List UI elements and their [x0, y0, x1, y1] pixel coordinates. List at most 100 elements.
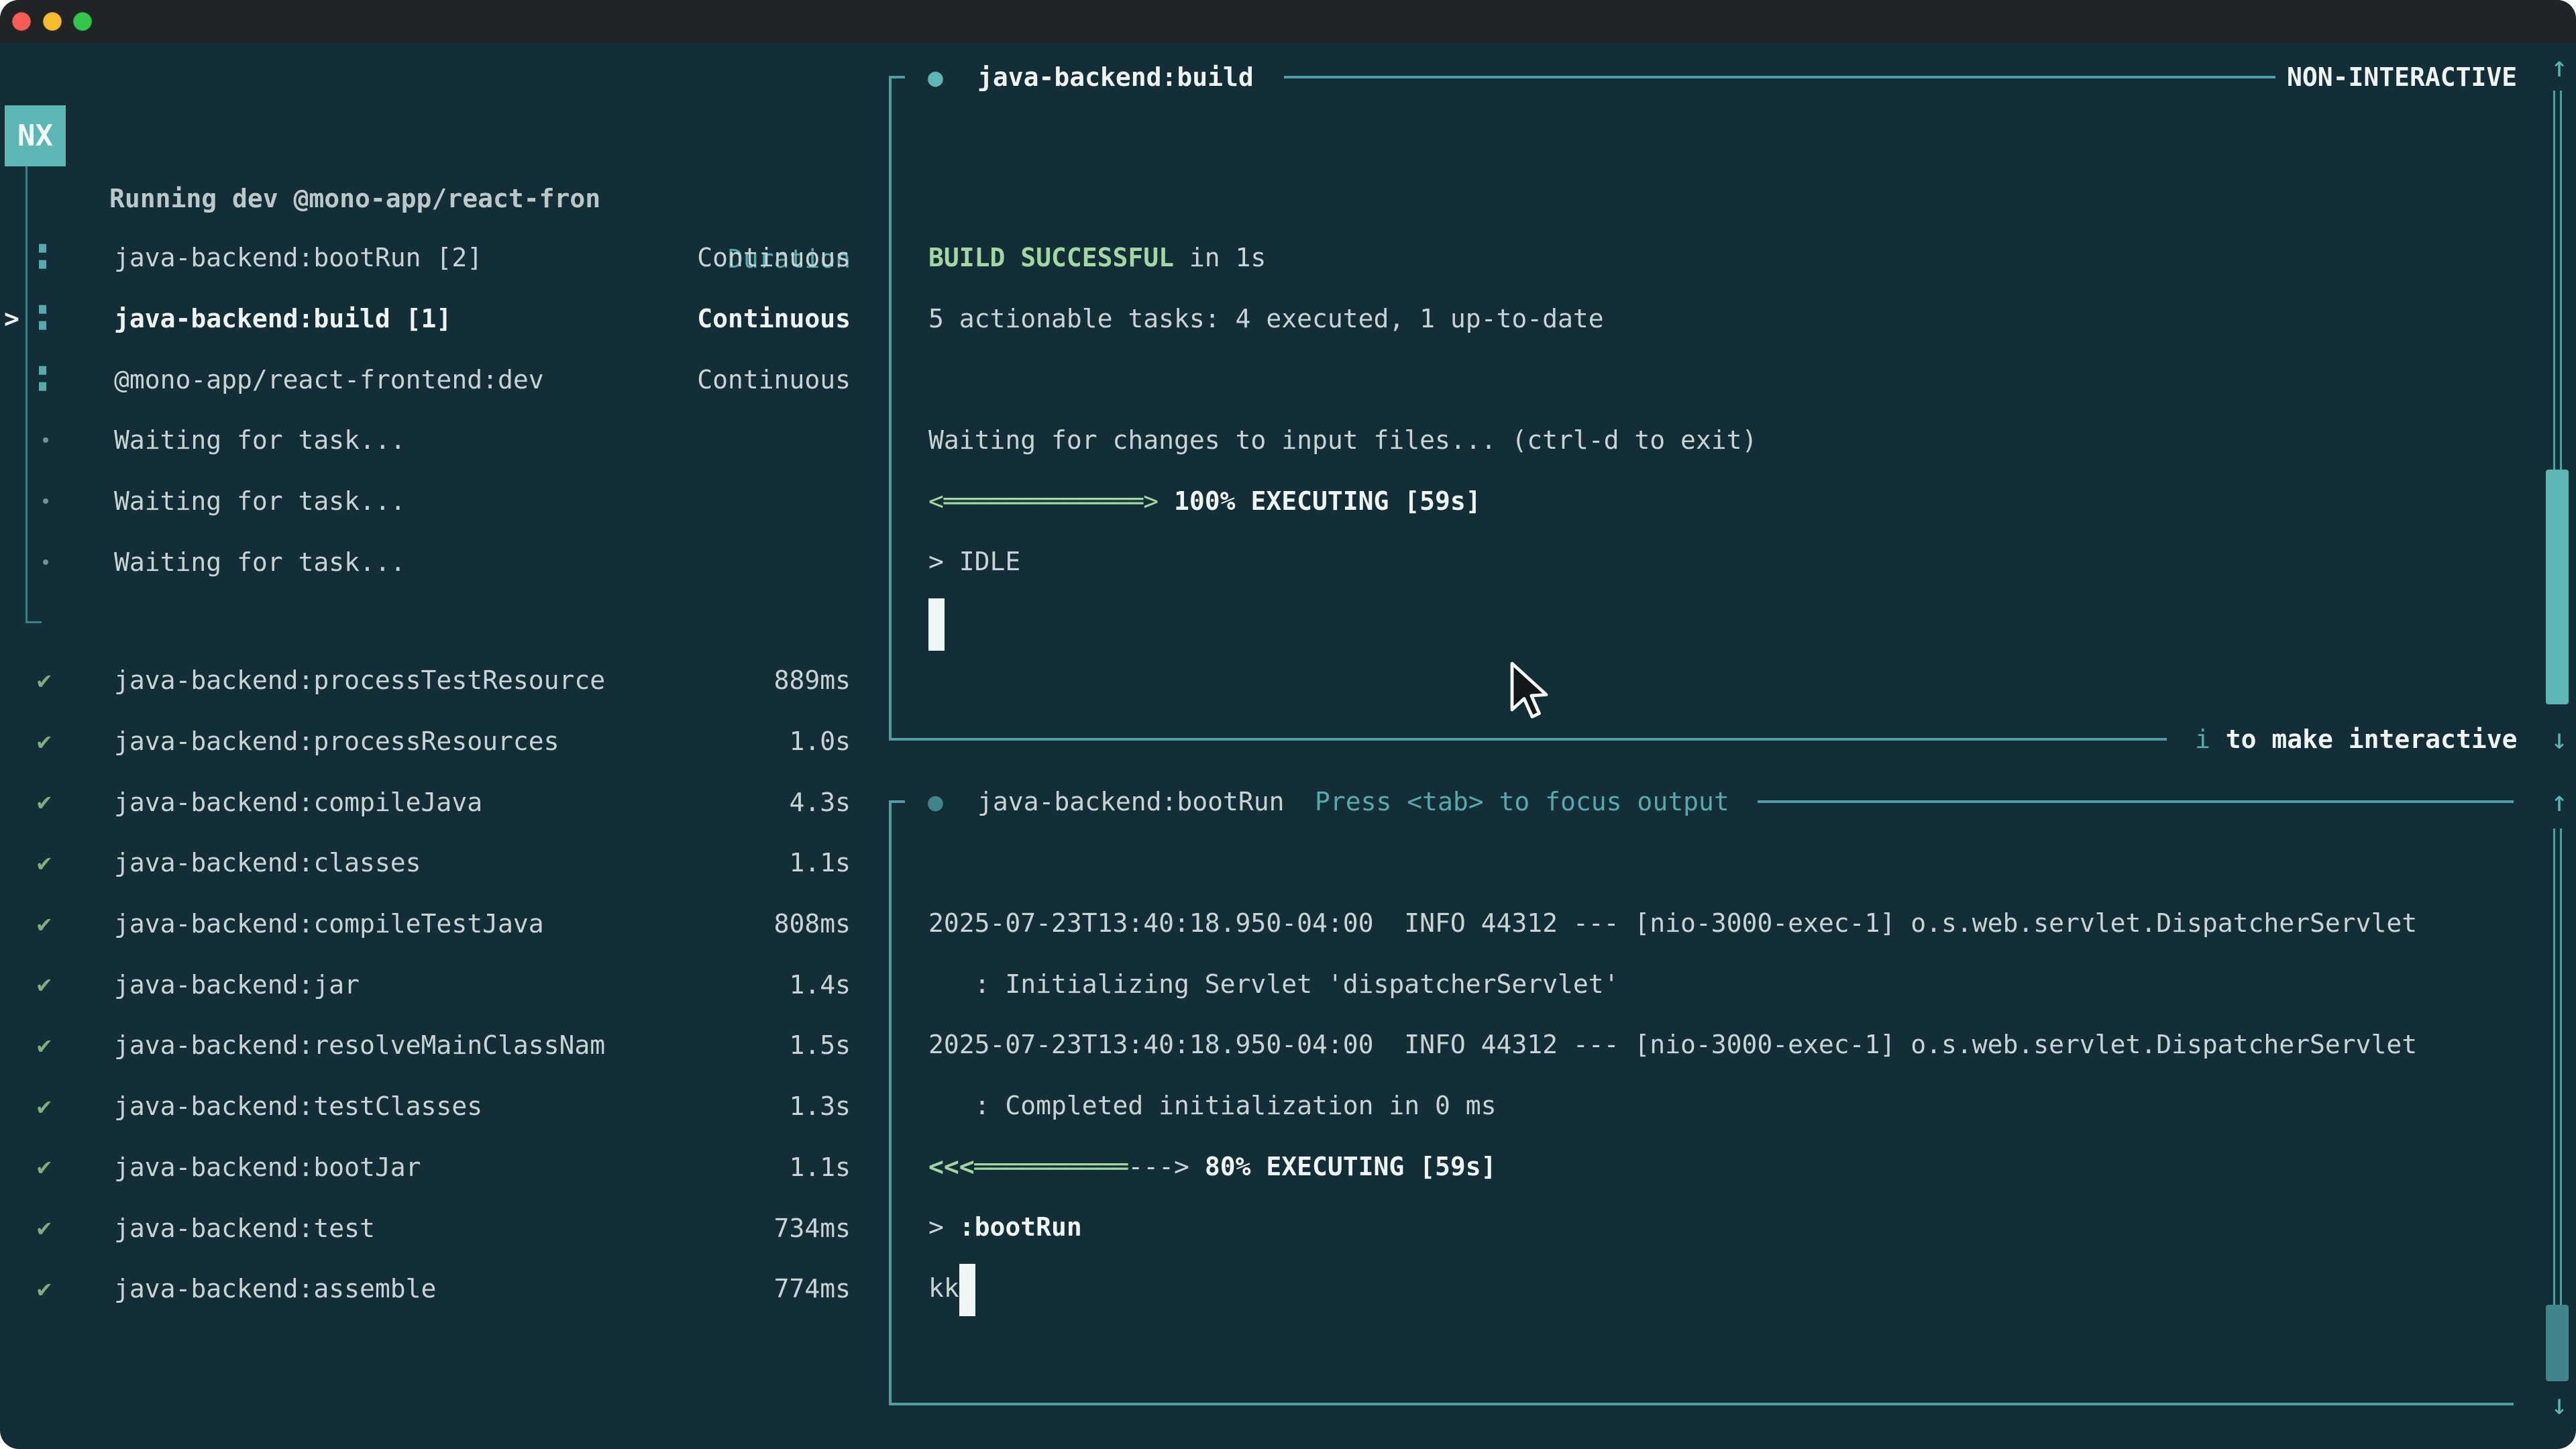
progress-bar: <═════════════>: [928, 486, 1159, 516]
sidebar-title: Running dev @mono-app/react-fron: [109, 168, 600, 229]
bootrun-progress-line: <<<══════════---> 80% EXECUTING [59s]: [928, 1136, 2471, 1197]
progress-rest: --->: [1128, 1152, 1189, 1181]
task-name: java-backend:processResources: [114, 727, 559, 756]
scrollbar-track[interactable]: [2553, 828, 2562, 1305]
interactive-hint-key: i: [2195, 724, 2210, 754]
check-icon: ✔: [37, 667, 52, 694]
completed-task-row[interactable]: ✔ java-backend:jar 1.4s: [0, 954, 872, 1015]
build-progress-line: <═════════════> 100% EXECUTING [59s]: [928, 471, 2471, 532]
terminal-cursor: [959, 1264, 975, 1316]
task-row-build-selected[interactable]: > java-backend:build [1] Continuous: [0, 288, 872, 350]
build-cursor-line: [928, 592, 2471, 653]
task-duration: 774ms: [774, 1274, 851, 1303]
check-icon: ✔: [37, 1214, 52, 1242]
check-icon: ✔: [37, 1153, 52, 1181]
task-status: Continuous: [697, 304, 851, 333]
task-prefix: >: [928, 1212, 959, 1242]
task-name: java-backend:compileTestJava: [114, 909, 544, 938]
task-duration: 734ms: [774, 1214, 851, 1243]
completed-task-row[interactable]: ✔ java-backend:testClasses 1.3s: [0, 1076, 872, 1137]
task-name: java-backend:test: [114, 1214, 375, 1243]
build-success-text: BUILD SUCCESSFUL: [928, 243, 1174, 272]
log-line: : Completed initialization in 0 ms: [928, 1075, 2471, 1136]
bootrun-panel-bullet-icon: ●: [928, 771, 943, 832]
check-icon: ✔: [37, 1275, 52, 1303]
spinner-icon: [39, 244, 46, 269]
task-name: java-backend:bootJar: [114, 1152, 421, 1182]
scrollbar-track[interactable]: [2553, 91, 2562, 470]
scroll-up-icon[interactable]: ↑: [2539, 37, 2576, 97]
build-waiting-line: Waiting for changes to input files... (c…: [928, 410, 2471, 471]
check-icon: ✔: [37, 849, 52, 877]
waiting-task-row: Waiting for task...: [0, 531, 872, 592]
build-panel-border-top: [1284, 76, 2275, 78]
task-duration: 808ms: [774, 909, 851, 938]
task-name: java-backend:testClasses: [114, 1091, 482, 1121]
input-text: kk: [928, 1273, 959, 1303]
bootrun-panel-border-left: [889, 800, 892, 1405]
task-status: Continuous: [697, 243, 851, 272]
pending-dot-icon: [43, 437, 48, 443]
task-name: java-backend:processTestResource: [114, 665, 605, 695]
progress-label: 100% EXECUTING [59s]: [1159, 486, 1481, 516]
build-panel-title[interactable]: java-backend:build: [977, 47, 1254, 107]
completed-task-row[interactable]: ✔ java-backend:resolveMainClassNam 1.5s: [0, 1015, 872, 1076]
bootrun-panel-title[interactable]: java-backend:bootRun: [977, 771, 1285, 832]
bootrun-task-line: > :bootRun: [928, 1197, 2471, 1258]
task-row-frontend-dev[interactable]: @mono-app/react-frontend:dev Continuous: [0, 349, 872, 410]
completed-task-row[interactable]: ✔ java-backend:processResources 1.0s: [0, 711, 872, 772]
waiting-label: Waiting for task...: [114, 425, 406, 455]
completed-task-row[interactable]: ✔ java-backend:compileJava 4.3s: [0, 771, 872, 833]
task-status: Continuous: [697, 365, 851, 394]
scrollbar-thumb[interactable]: [2546, 470, 2569, 704]
build-idle-line: > IDLE: [928, 531, 2471, 592]
bootrun-input-line[interactable]: kk: [928, 1258, 2471, 1319]
check-icon: ✔: [37, 1093, 52, 1120]
build-panel-mode-badge: NON-INTERACTIVE: [2287, 47, 2517, 107]
terminal-cursor: [928, 598, 945, 651]
task-duration: 1.0s: [789, 727, 851, 756]
completed-task-row[interactable]: ✔ java-backend:classes 1.1s: [0, 833, 872, 894]
task-duration: 1.3s: [789, 1091, 851, 1121]
completed-task-row[interactable]: ✔ java-backend:compileTestJava 808ms: [0, 894, 872, 955]
task-duration: 1.5s: [789, 1030, 851, 1060]
check-icon: ✔: [37, 971, 52, 998]
terminal-window: NX Running dev @mono-app/react-fron Dura…: [0, 0, 2576, 1449]
task-row-bootrun[interactable]: java-backend:bootRun [2] Continuous: [0, 227, 872, 288]
scroll-down-icon[interactable]: ↓: [2539, 1375, 2576, 1435]
scroll-up-icon[interactable]: ↑: [2539, 771, 2576, 832]
build-panel-border-bottom: [889, 738, 2167, 741]
mouse-cursor-icon: [1508, 661, 1552, 722]
scrollbar-thumb[interactable]: [2546, 1305, 2569, 1381]
sidebar-footer: ← 1/2 → quit: q help: ?: [0, 1375, 872, 1435]
task-name: java-backend:bootRun [2]: [114, 243, 482, 272]
interactive-hint-text: to make interactive: [2210, 724, 2518, 754]
completed-task-row[interactable]: ✔ java-backend:assemble 774ms: [0, 1258, 872, 1320]
pending-dot-icon: [43, 559, 48, 565]
log-line: 2025-07-23T13:40:18.950-04:00 INFO 44312…: [928, 893, 2471, 954]
completed-task-row[interactable]: ✔ java-backend:processTestResource 889ms: [0, 650, 872, 711]
completed-task-row[interactable]: ✔ java-backend:test 734ms: [0, 1197, 872, 1258]
waiting-label: Waiting for task...: [114, 486, 406, 516]
spinner-icon: [39, 366, 46, 390]
bootrun-panel-border-top: [1758, 800, 2514, 803]
waiting-task-row: Waiting for task...: [0, 471, 872, 532]
build-panel-border-left: [889, 76, 892, 741]
task-name: @mono-app/react-frontend:dev: [114, 365, 544, 394]
check-icon: ✔: [37, 728, 52, 755]
interactive-hint: i to make interactive: [2195, 709, 2517, 769]
selection-arrow-icon: >: [4, 304, 19, 333]
task-name: java-backend:classes: [114, 848, 421, 877]
task-name: java-backend:assemble: [114, 1274, 436, 1303]
check-icon: ✔: [37, 910, 52, 938]
check-icon: ✔: [37, 1032, 52, 1059]
task-name: java-backend:compileJava: [114, 788, 482, 817]
completed-task-row[interactable]: ✔ java-backend:bootJar 1.1s: [0, 1137, 872, 1198]
bootrun-focus-hint: Press <tab> to focus output: [1315, 771, 1729, 832]
task-name: java-backend:build [1]: [114, 304, 451, 333]
scroll-down-icon[interactable]: ↓: [2539, 709, 2576, 769]
task-name: java-backend:resolveMainClassNam: [114, 1030, 605, 1060]
pagination[interactable]: ← 1/2 →: [25, 1435, 132, 1449]
pending-dot-icon: [43, 498, 48, 504]
blank-line: [928, 349, 2471, 410]
